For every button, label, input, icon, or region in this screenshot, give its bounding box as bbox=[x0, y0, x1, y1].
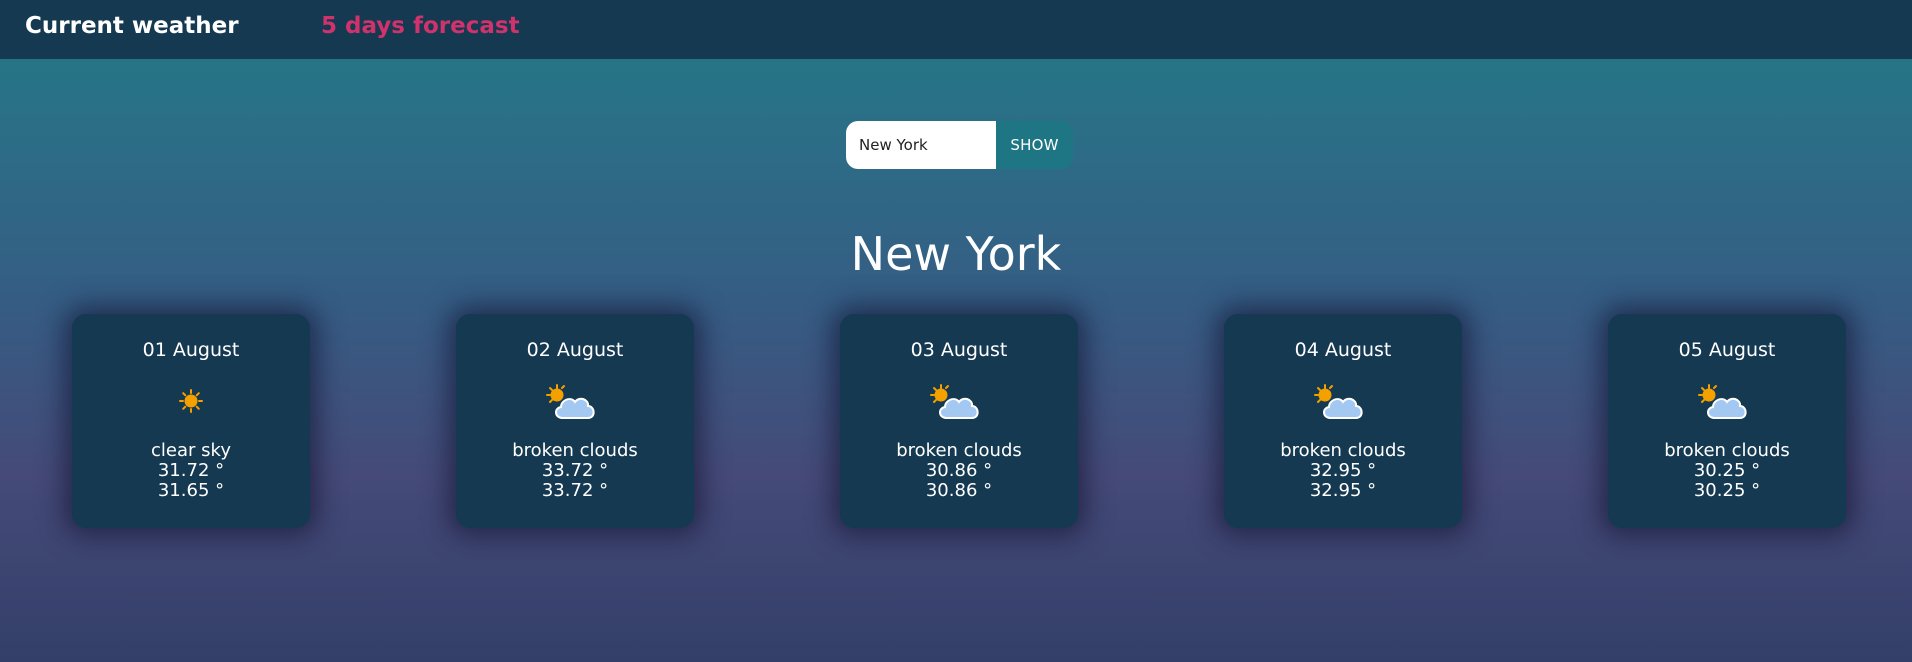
forecast-temp-secondary: 30.86 ° bbox=[925, 480, 993, 501]
partly-cloudy-icon bbox=[924, 374, 994, 428]
forecast-description: broken clouds bbox=[1664, 440, 1790, 461]
forecast-description: broken clouds bbox=[896, 440, 1022, 461]
forecast-temp-secondary: 33.72 ° bbox=[541, 480, 609, 501]
forecast-temp-secondary: 30.25 ° bbox=[1693, 480, 1761, 501]
nav-five-days-forecast[interactable]: 5 days forecast bbox=[321, 11, 520, 41]
forecast-temp-secondary: 31.65 ° bbox=[157, 480, 225, 501]
forecast-date: 02 August bbox=[526, 339, 624, 361]
forecast-temp-primary: 30.25 ° bbox=[1693, 460, 1761, 481]
sun-icon bbox=[156, 374, 226, 428]
forecast-date: 03 August bbox=[910, 339, 1008, 361]
partly-cloudy-icon bbox=[1308, 374, 1378, 428]
top-navbar: Current weather 5 days forecast bbox=[0, 0, 1912, 59]
city-search-input[interactable] bbox=[846, 121, 996, 169]
show-button[interactable]: SHOW bbox=[996, 121, 1073, 169]
forecast-date: 04 August bbox=[1294, 339, 1392, 361]
forecast-temp-primary: 33.72 ° bbox=[541, 460, 609, 481]
forecast-card: 04 August broken clouds 32.95 ° 32.95 ° bbox=[1224, 314, 1462, 528]
forecast-description: broken clouds bbox=[512, 440, 638, 461]
forecast-card: 02 August broken clouds 33.72 ° 33.72 ° bbox=[456, 314, 694, 528]
forecast-temp-primary: 30.86 ° bbox=[925, 460, 993, 481]
forecast-card: 01 August clear sky 31.72 ° 31.65 ° bbox=[72, 314, 310, 528]
forecast-card: 05 August broken clouds 30.25 ° 30.25 ° bbox=[1608, 314, 1846, 528]
partly-cloudy-icon bbox=[1692, 374, 1762, 428]
city-search-form: SHOW bbox=[846, 121, 1073, 169]
forecast-description: clear sky bbox=[151, 440, 231, 461]
nav-current-weather[interactable]: Current weather bbox=[25, 11, 239, 41]
forecast-temp-primary: 31.72 ° bbox=[157, 460, 225, 481]
forecast-date: 01 August bbox=[142, 339, 240, 361]
partly-cloudy-icon bbox=[540, 374, 610, 428]
forecast-temp-primary: 32.95 ° bbox=[1309, 460, 1377, 481]
forecast-description: broken clouds bbox=[1280, 440, 1406, 461]
forecast-card: 03 August broken clouds 30.86 ° 30.86 ° bbox=[840, 314, 1078, 528]
forecast-date: 05 August bbox=[1678, 339, 1776, 361]
city-title: New York bbox=[850, 227, 1062, 281]
forecast-temp-secondary: 32.95 ° bbox=[1309, 480, 1377, 501]
